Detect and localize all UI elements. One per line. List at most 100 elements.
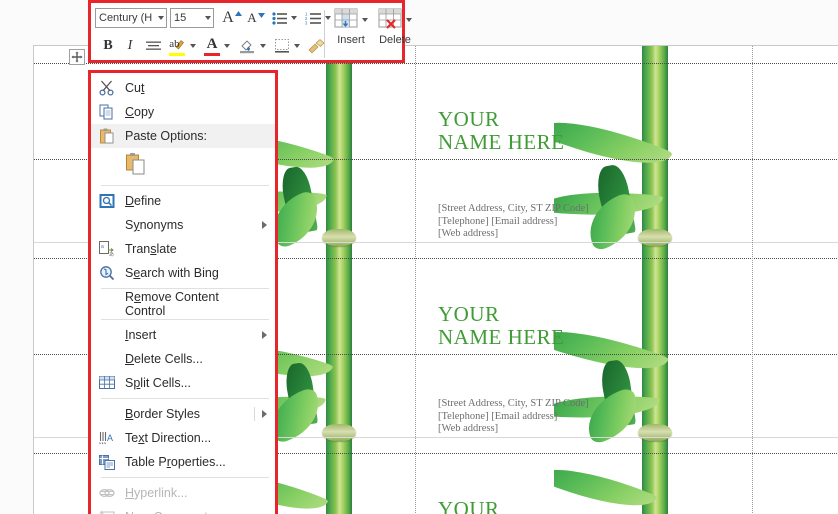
borders-button[interactable] bbox=[271, 34, 293, 58]
menu-header-label: Paste Options: bbox=[125, 129, 207, 143]
delete-table-icon bbox=[378, 8, 402, 29]
paste-icon bbox=[98, 127, 116, 145]
menu-separator bbox=[101, 477, 269, 478]
menu-item-label: Synonyms bbox=[125, 218, 184, 232]
chevron-down-icon bbox=[158, 16, 164, 20]
delete-table-label: Delete bbox=[379, 34, 411, 46]
move-cross-icon bbox=[71, 51, 83, 63]
define-icon bbox=[98, 192, 116, 210]
card-address[interactable]: [Street Address, City, ST ZIP Code] [Tel… bbox=[438, 398, 589, 436]
menu-item-border-styles[interactable]: Border Styles bbox=[91, 402, 275, 426]
card-name[interactable]: YOUR NAME HERE bbox=[438, 108, 564, 154]
svg-text:A: A bbox=[107, 433, 113, 443]
menu-item-table-properties[interactable]: Table Properties... bbox=[91, 450, 275, 474]
svg-text:3: 3 bbox=[305, 20, 308, 24]
bullets-icon bbox=[271, 11, 287, 25]
shrink-font-button[interactable]: A bbox=[244, 6, 268, 30]
bamboo-graphic bbox=[554, 46, 704, 514]
menu-item-search-with-bing[interactable]: Search with Bing bbox=[91, 261, 275, 285]
font-size-value: 15 bbox=[174, 12, 187, 24]
svg-text:a: a bbox=[101, 244, 104, 250]
bold-icon: B bbox=[103, 38, 113, 53]
menu-item-remove-content-control[interactable]: Remove Content Control bbox=[91, 290, 275, 318]
chevron-down-icon[interactable] bbox=[224, 44, 230, 48]
numbering-icon: 1 2 3 bbox=[305, 12, 321, 25]
bullets-button[interactable] bbox=[268, 6, 290, 30]
chevron-down-icon[interactable] bbox=[362, 18, 368, 22]
menu-item-label: Delete Cells... bbox=[125, 352, 203, 366]
menu-item-label: New Comment bbox=[125, 510, 208, 514]
menu-item-label: Split Cells... bbox=[125, 376, 191, 390]
card-name-line2: NAME HERE bbox=[438, 130, 565, 154]
menu-item-text-direction[interactable]: A Text Direction... bbox=[91, 426, 275, 450]
grow-font-button[interactable]: A bbox=[220, 6, 244, 30]
chevron-down-icon bbox=[205, 16, 211, 20]
italic-button[interactable]: I bbox=[119, 34, 141, 58]
card-name-line1: YOUR bbox=[438, 107, 500, 131]
menu-item-insert[interactable]: Insert bbox=[91, 323, 275, 347]
numbering-button[interactable]: 1 2 3 bbox=[302, 6, 324, 30]
menu-item-synonyms[interactable]: Synonyms bbox=[91, 213, 275, 237]
menu-header-paste-options: Paste Options: bbox=[91, 124, 275, 148]
menu-item-hyperlink: Hyperlink... bbox=[91, 481, 275, 505]
svg-text:あ: あ bbox=[109, 252, 114, 257]
font-name-combo[interactable]: Century (H bbox=[95, 8, 167, 28]
font-color-bar bbox=[204, 53, 220, 56]
table-properties-icon bbox=[98, 453, 116, 471]
card-name-line1: YOUR bbox=[438, 302, 500, 326]
hyperlink-icon bbox=[98, 484, 116, 502]
menu-separator bbox=[101, 398, 269, 399]
chevron-down-icon[interactable] bbox=[260, 44, 266, 48]
menu-item-split-cells[interactable]: Split Cells... bbox=[91, 371, 275, 395]
paste-keep-source-formatting-icon[interactable] bbox=[123, 150, 149, 178]
mini-toolbar[interactable]: Century (H 15 A A 1 2 3 B I ab A Insert … bbox=[88, 0, 412, 63]
styles-button[interactable] bbox=[141, 34, 165, 58]
font-color-button[interactable]: A bbox=[201, 34, 223, 58]
delete-table-button[interactable]: Delete bbox=[373, 6, 417, 62]
font-color-icon: A bbox=[206, 35, 218, 52]
card-name[interactable]: YOUR NAME HERE bbox=[438, 303, 564, 349]
table-gridline bbox=[752, 46, 753, 514]
menu-item-cut[interactable]: Cut bbox=[91, 76, 275, 100]
menu-item-define[interactable]: Define bbox=[91, 189, 275, 213]
italic-icon: I bbox=[127, 38, 133, 53]
chevron-down-icon[interactable] bbox=[294, 44, 300, 48]
menu-item-label: Cut bbox=[125, 81, 145, 95]
chevron-down-icon[interactable] bbox=[291, 16, 297, 20]
chevron-down-icon[interactable] bbox=[190, 44, 196, 48]
paste-options-gallery[interactable] bbox=[91, 148, 275, 182]
bold-button[interactable]: B bbox=[97, 34, 119, 58]
table-move-handle[interactable] bbox=[69, 49, 85, 65]
card-name-line1: YOUR bbox=[438, 497, 500, 514]
insert-table-label: Insert bbox=[337, 34, 365, 46]
card-address[interactable]: [Street Address, City, ST ZIP Code] [Tel… bbox=[438, 203, 589, 241]
menu-item-translate[interactable]: a あ Translate bbox=[91, 237, 275, 261]
shading-button[interactable] bbox=[235, 34, 259, 58]
menu-separator bbox=[101, 319, 269, 320]
highlight-color-bar bbox=[169, 53, 185, 56]
text-direction-icon: A bbox=[98, 429, 116, 447]
bamboo-graphic bbox=[264, 46, 414, 514]
new-comment-icon bbox=[98, 508, 116, 514]
font-size-combo[interactable]: 15 bbox=[170, 8, 214, 28]
menu-item-label: Table Properties... bbox=[125, 455, 226, 469]
menu-item-divider bbox=[254, 407, 255, 421]
menu-item-label: Translate bbox=[125, 242, 177, 256]
card-name[interactable]: YOUR bbox=[438, 498, 500, 514]
menu-item-new-comment: New Comment bbox=[91, 505, 275, 514]
context-menu[interactable]: Cut Copy Paste Options: Define Synonyms … bbox=[88, 70, 278, 514]
menu-item-copy[interactable]: Copy bbox=[91, 100, 275, 124]
highlight-icon: ab bbox=[169, 38, 180, 50]
table-gridline bbox=[415, 46, 416, 514]
search-bing-icon bbox=[98, 264, 116, 282]
insert-table-button[interactable]: Insert bbox=[329, 6, 373, 62]
menu-item-label: Text Direction... bbox=[125, 431, 212, 445]
menu-item-label: Insert bbox=[125, 328, 157, 342]
text-highlight-color-button[interactable]: ab bbox=[165, 34, 189, 58]
chevron-down-icon[interactable] bbox=[406, 18, 412, 22]
menu-item-delete-cells[interactable]: Delete Cells... bbox=[91, 347, 275, 371]
submenu-arrow-icon bbox=[262, 221, 267, 229]
arrow-down-icon bbox=[257, 12, 265, 18]
styles-icon bbox=[145, 41, 161, 50]
menu-item-label: Copy bbox=[125, 105, 155, 119]
